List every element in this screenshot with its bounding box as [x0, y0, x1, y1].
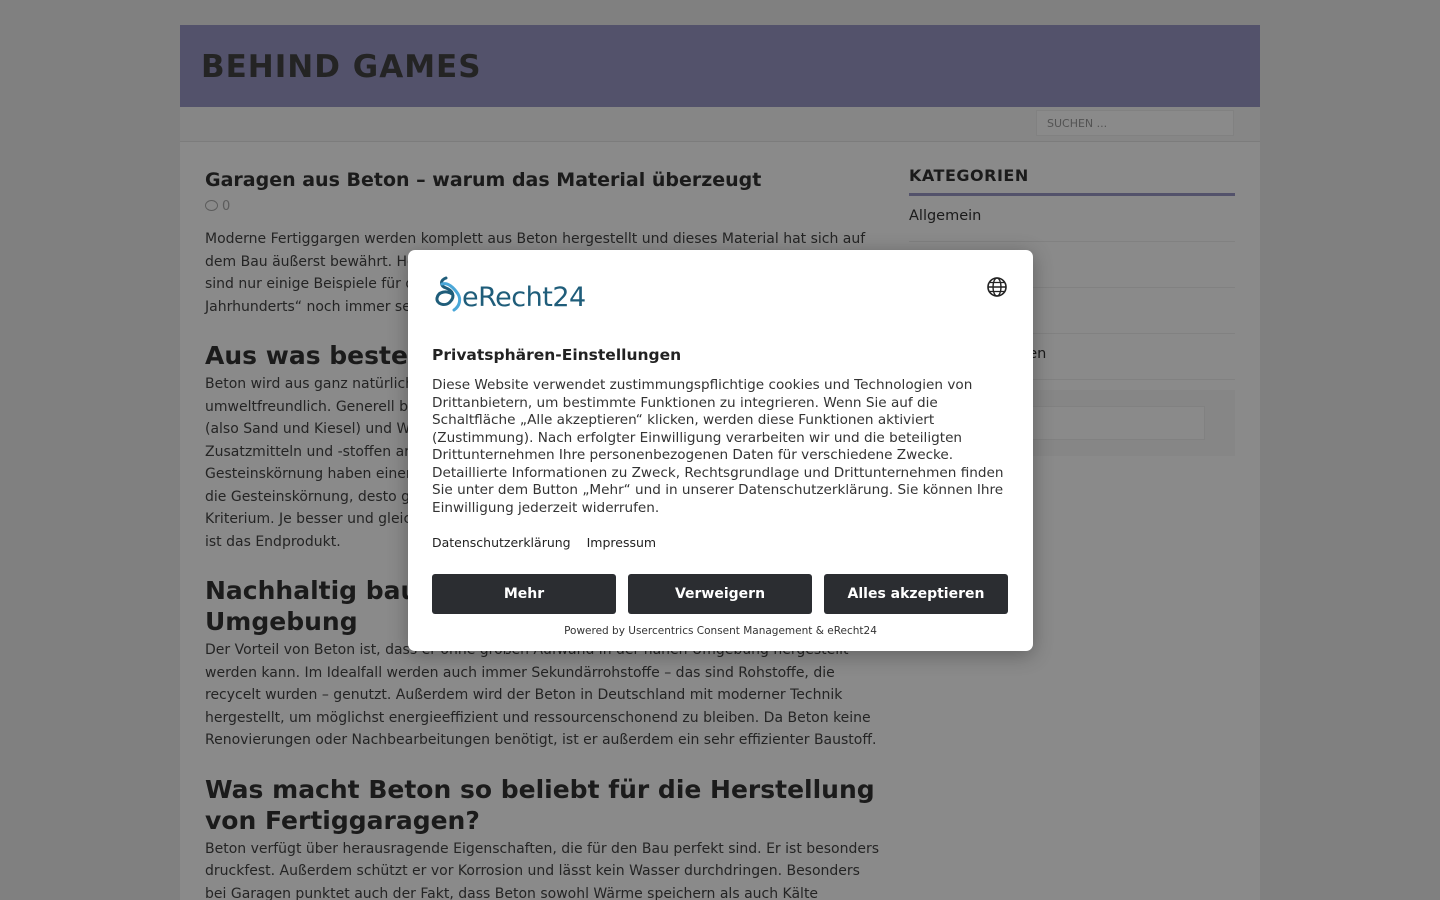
- more-button[interactable]: Mehr: [432, 574, 616, 614]
- imprint-link[interactable]: Impressum: [587, 535, 656, 550]
- erecht24-logo-icon: [435, 276, 462, 312]
- privacy-link[interactable]: Datenschutzerklärung: [432, 535, 571, 550]
- erecht24-logo: eRecht24: [432, 274, 602, 314]
- consent-title: Privatsphären-Einstellungen: [432, 346, 682, 364]
- globe-icon[interactable]: [986, 276, 1008, 298]
- erecht24-logo-text: eRecht24: [462, 282, 586, 313]
- consent-text: Diese Website verwendet zustimmungspflic…: [432, 377, 1004, 516]
- accept-all-button[interactable]: Alles akzeptieren: [824, 574, 1008, 614]
- consent-dialog: eRecht24 Privatsphären-Einstellungen Die…: [408, 250, 1033, 651]
- consent-links: Datenschutzerklärung Impressum: [432, 535, 668, 550]
- powered-by: Powered by Usercentrics Consent Manageme…: [564, 625, 877, 637]
- deny-button[interactable]: Verweigern: [628, 574, 812, 614]
